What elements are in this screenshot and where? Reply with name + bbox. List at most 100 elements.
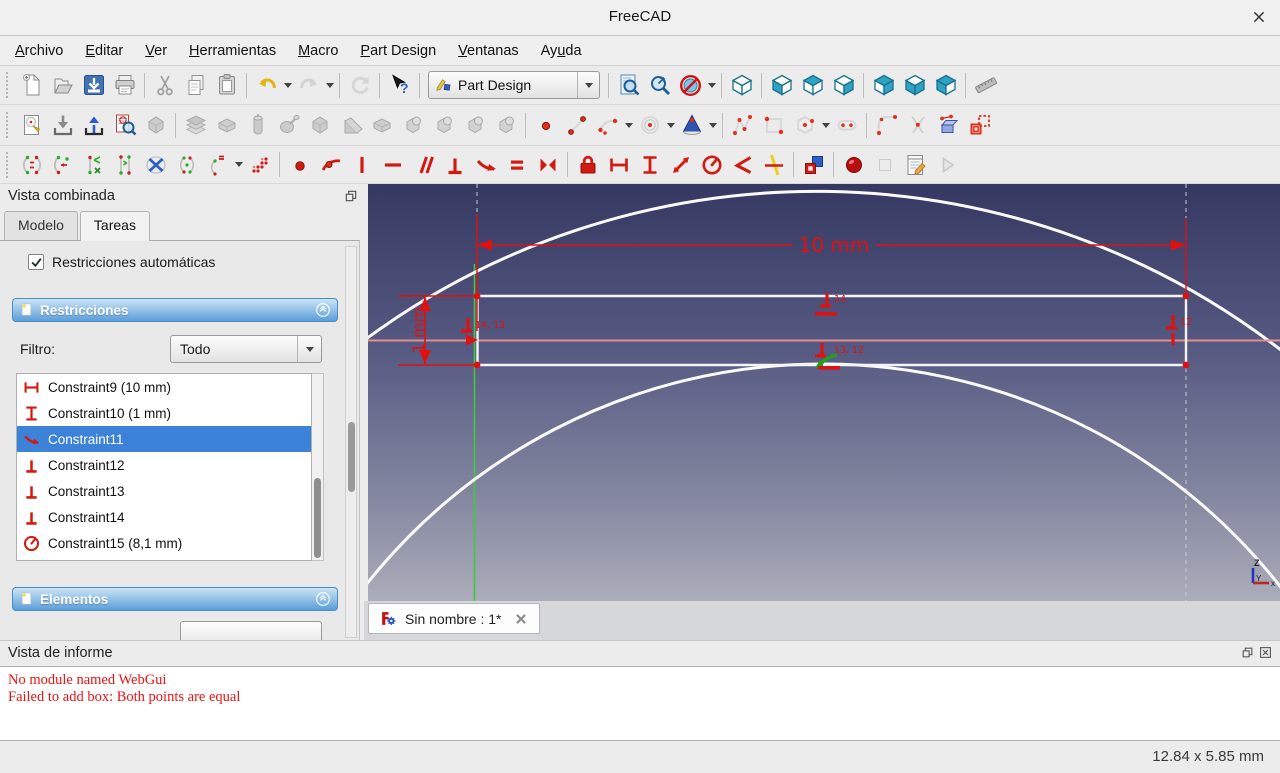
- sketcher-extend-tools-button[interactable]: [109, 149, 140, 180]
- constrain-horizontal-button[interactable]: [377, 149, 408, 180]
- box-zoom-button[interactable]: [644, 70, 675, 101]
- switch-virtual-space-dropdown-caret[interactable]: [233, 149, 244, 180]
- toolbar-handle[interactable]: [6, 151, 13, 178]
- new-file-button[interactable]: [16, 70, 47, 101]
- constrain-symmetric-button[interactable]: [532, 149, 563, 180]
- float-panel-icon[interactable]: [1241, 646, 1254, 659]
- create-sketch-button[interactable]: [16, 110, 47, 141]
- create-slot-button[interactable]: [831, 110, 862, 141]
- constrain-snells-law-button[interactable]: [758, 149, 789, 180]
- menu-editar[interactable]: Editar: [74, 39, 134, 63]
- view-left-button[interactable]: [930, 70, 961, 101]
- auto-constraints-checkbox[interactable]: [28, 254, 44, 270]
- create-circle-dropdown-caret[interactable]: [665, 110, 676, 141]
- external-geometry-button[interactable]: [933, 110, 964, 141]
- measure-distance-button[interactable]: [970, 70, 1001, 101]
- mirrored-feature-button[interactable]: [459, 110, 490, 141]
- scrollbar-thumb[interactable]: [314, 478, 321, 558]
- create-rectangle-button[interactable]: [758, 110, 789, 141]
- report-log[interactable]: No module named WebGui Failed to add box…: [0, 666, 1280, 741]
- switch-virtual-space-button[interactable]: [202, 149, 233, 180]
- whats-this-button[interactable]: ?: [384, 70, 415, 101]
- scrollbar-thumb[interactable]: [347, 422, 355, 492]
- pad-button[interactable]: [180, 110, 211, 141]
- vertex-point[interactable]: [473, 361, 481, 369]
- constrain-point-on-object-button[interactable]: [315, 149, 346, 180]
- undo-dropdown-caret[interactable]: [282, 70, 293, 101]
- vertex-point[interactable]: [1182, 292, 1190, 300]
- toolbar-handle[interactable]: [6, 72, 13, 98]
- document-tab[interactable]: Sin nombre : 1*: [368, 603, 540, 634]
- inner-arc-edge[interactable]: [368, 362, 1280, 594]
- constraint-list-item[interactable]: Constraint15 (8,1 mm): [17, 530, 311, 556]
- open-file-button[interactable]: [47, 70, 78, 101]
- view-section-button[interactable]: [109, 110, 140, 141]
- constrain-parallel-button[interactable]: [408, 149, 439, 180]
- create-polyline-button[interactable]: [727, 110, 758, 141]
- tab-tareas[interactable]: Tareas: [79, 211, 150, 241]
- draw-style-button[interactable]: [675, 70, 706, 101]
- section-elementos[interactable]: Elementos: [12, 587, 338, 611]
- undo-button[interactable]: [251, 70, 282, 101]
- constraint-list-item[interactable]: Constraint11: [17, 426, 311, 452]
- cut-button[interactable]: [149, 70, 180, 101]
- create-arc-button[interactable]: [592, 110, 623, 141]
- view-right-button[interactable]: [828, 70, 859, 101]
- sketcher-trim-tools-button[interactable]: [78, 149, 109, 180]
- window-close-button[interactable]: [1248, 6, 1270, 28]
- macro-record-button[interactable]: [838, 149, 869, 180]
- toolbar-handle[interactable]: [6, 112, 13, 138]
- height-dimension-label[interactable]: 1 mm: [409, 307, 428, 353]
- constrain-distance-button[interactable]: [665, 149, 696, 180]
- filter-dropdown[interactable]: Todo: [170, 335, 322, 363]
- workbench-selector[interactable]: Part Design: [428, 71, 600, 99]
- view-top-button[interactable]: [797, 70, 828, 101]
- constrain-lock-button[interactable]: [572, 149, 603, 180]
- close-panel-icon[interactable]: [1259, 646, 1272, 659]
- print-button[interactable]: [109, 70, 140, 101]
- pocket-button[interactable]: [211, 110, 242, 141]
- save-file-button[interactable]: [78, 70, 109, 101]
- constrain-angle-button[interactable]: [727, 149, 758, 180]
- view-axonometric-button[interactable]: [726, 70, 757, 101]
- view-rear-button[interactable]: [868, 70, 899, 101]
- constraint-list-item[interactable]: Constraint14: [17, 504, 311, 530]
- carbon-copy-button[interactable]: [964, 110, 995, 141]
- leave-sketch-button[interactable]: [47, 110, 78, 141]
- sketcher-move-button[interactable]: [47, 149, 78, 180]
- create-fillet-button[interactable]: [871, 110, 902, 141]
- refresh-button[interactable]: [344, 70, 375, 101]
- view-sketch-button[interactable]: [78, 110, 109, 141]
- macro-stop-button[interactable]: [869, 149, 900, 180]
- menu-part-design[interactable]: Part Design: [349, 39, 447, 63]
- tasks-scrollbar[interactable]: [345, 246, 357, 638]
- toggle-driving-constraint-button[interactable]: [798, 149, 829, 180]
- document-tab-close-icon[interactable]: [514, 609, 528, 629]
- create-polygon-dropdown-caret[interactable]: [820, 110, 831, 141]
- create-conic-dropdown-caret[interactable]: [707, 110, 718, 141]
- constrain-coincident-button[interactable]: [284, 149, 315, 180]
- menu-macro[interactable]: Macro: [287, 39, 349, 63]
- menu-ventanas[interactable]: Ventanas: [447, 39, 529, 63]
- constraint-list-item[interactable]: Constraint13: [17, 478, 311, 504]
- macro-edit-button[interactable]: [900, 149, 931, 180]
- redo-dropdown-caret[interactable]: [324, 70, 335, 101]
- menu-herramientas[interactable]: Herramientas: [178, 39, 287, 63]
- create-conic-button[interactable]: [676, 110, 707, 141]
- constraint-list-item[interactable]: Constraint10 (1 mm): [17, 400, 311, 426]
- constraint-list-scrollbar[interactable]: [312, 373, 324, 561]
- constrain-vertical-distance-button[interactable]: [634, 149, 665, 180]
- sketcher-clone-button[interactable]: [16, 149, 47, 180]
- hide-internal-geometry-button[interactable]: [140, 149, 171, 180]
- constrain-vertical-button[interactable]: [346, 149, 377, 180]
- create-arc-dropdown-caret[interactable]: [623, 110, 634, 141]
- constrain-radius-button[interactable]: [696, 149, 727, 180]
- elements-mode-dropdown[interactable]: [180, 621, 322, 640]
- view-bottom-button[interactable]: [899, 70, 930, 101]
- boolean-operation-button[interactable]: [366, 110, 397, 141]
- chevron-down-icon[interactable]: [577, 72, 599, 98]
- vertex-point[interactable]: [473, 292, 481, 300]
- revolution-button[interactable]: [242, 110, 273, 141]
- tab-modelo[interactable]: Modelo: [4, 211, 78, 240]
- draw-style-dropdown-caret[interactable]: [706, 70, 717, 101]
